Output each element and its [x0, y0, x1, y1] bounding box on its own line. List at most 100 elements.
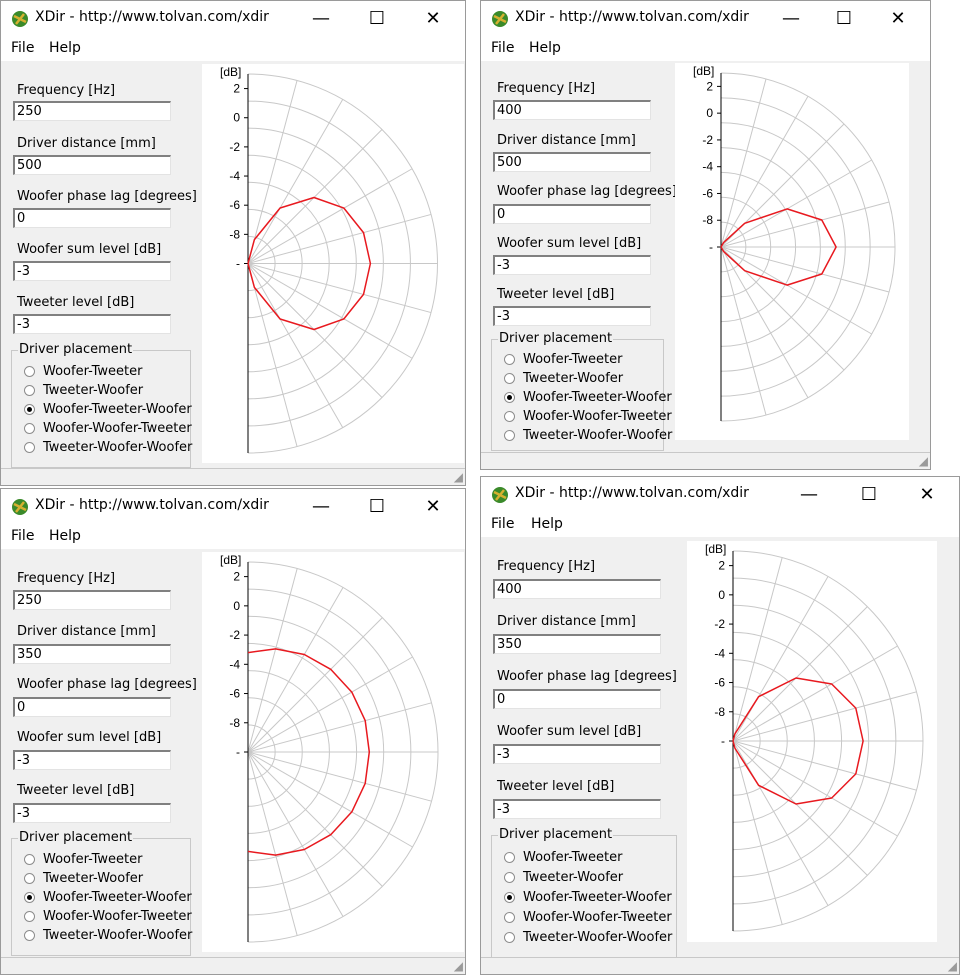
frequency-input[interactable]: 400 [493, 579, 661, 599]
radio-button-selected[interactable] [504, 391, 515, 403]
grid-radial [247, 751, 413, 848]
radio-button[interactable] [504, 931, 515, 943]
placement-option[interactable]: Tweeter-Woofer-Woofer [504, 928, 672, 946]
placement-option[interactable]: Woofer-Woofer-Tweeter [24, 419, 192, 437]
menu-file[interactable]: File [491, 516, 514, 532]
placement-option-label: Tweeter-Woofer-Woofer [43, 927, 193, 943]
frequency-input[interactable]: 400 [493, 100, 651, 120]
frequency-input[interactable]: 250 [13, 590, 171, 610]
placement-option[interactable]: Tweeter-Woofer [24, 869, 143, 887]
grid-radial [732, 576, 829, 742]
distance-input[interactable]: 500 [493, 152, 651, 172]
tick-label: -8 [229, 716, 240, 730]
maximize-button[interactable]: ☐ [353, 489, 401, 523]
close-button[interactable]: ✕ [409, 1, 457, 35]
placement-option[interactable]: Tweeter-Woofer [504, 868, 623, 886]
radio-button[interactable] [504, 372, 515, 384]
radio-button[interactable] [504, 429, 515, 441]
radio-button[interactable] [24, 422, 35, 434]
sum-level-input[interactable]: -3 [493, 744, 661, 764]
placement-option[interactable]: Woofer-Tweeter-Woofer [24, 400, 192, 418]
placement-option[interactable]: Woofer-Tweeter [504, 848, 622, 866]
radio-button[interactable] [24, 929, 35, 941]
phase-input[interactable]: 0 [493, 689, 661, 709]
menu-file[interactable]: File [11, 40, 34, 56]
minimize-button[interactable]: — [767, 1, 815, 35]
close-button[interactable]: ✕ [874, 1, 922, 35]
radio-button[interactable] [504, 410, 515, 422]
placement-option[interactable]: Woofer-Tweeter-Woofer [24, 888, 192, 906]
minimize-button[interactable]: — [785, 477, 833, 511]
placement-option[interactable]: Woofer-Woofer-Tweeter [504, 407, 672, 425]
title-bar[interactable]: XDir - http://www.tolvan.com/xdir — ☐ ✕ [1, 1, 465, 35]
distance-input[interactable]: 500 [13, 155, 171, 175]
sum-level-input[interactable]: -3 [493, 255, 651, 275]
maximize-button[interactable]: ☐ [353, 1, 401, 35]
radio-button-selected[interactable] [504, 891, 515, 903]
close-button[interactable]: ✕ [409, 489, 457, 523]
menu-file[interactable]: File [491, 40, 514, 56]
radio-button[interactable] [24, 441, 35, 453]
resize-grip-icon[interactable]: ◢ [948, 959, 957, 973]
tweeter-level-input[interactable]: -3 [13, 314, 171, 334]
radio-button[interactable] [24, 872, 35, 884]
placement-option[interactable]: Tweeter-Woofer [504, 369, 623, 387]
radio-button[interactable] [504, 911, 515, 923]
placement-option[interactable]: Tweeter-Woofer-Woofer [24, 438, 192, 456]
placement-option[interactable]: Woofer-Tweeter-Woofer [504, 388, 672, 406]
placement-option[interactable]: Woofer-Woofer-Tweeter [24, 907, 192, 925]
minimize-button[interactable]: — [297, 489, 345, 523]
placement-option[interactable]: Woofer-Tweeter [504, 350, 622, 368]
title-bar[interactable]: XDir - http://www.tolvan.com/xdir — ☐ ✕ [481, 477, 959, 511]
maximize-button[interactable]: ☐ [845, 477, 893, 511]
resize-grip-icon[interactable]: ◢ [919, 454, 928, 468]
placement-option[interactable]: Tweeter-Woofer-Woofer [24, 926, 192, 944]
grid-radial [732, 740, 917, 791]
tweeter-level-input[interactable]: -3 [493, 306, 651, 326]
tick-label: -2 [229, 140, 240, 154]
menu-help[interactable]: Help [531, 516, 563, 532]
distance-input[interactable]: 350 [493, 634, 661, 654]
close-button[interactable]: ✕ [903, 477, 951, 511]
radio-button-selected[interactable] [24, 403, 35, 415]
grid-radial [247, 263, 432, 314]
sum-level-input[interactable]: -3 [13, 261, 171, 281]
phase-input[interactable]: 0 [493, 204, 651, 224]
minimize-button[interactable]: — [297, 1, 345, 35]
placement-option[interactable]: Woofer-Tweeter [24, 362, 142, 380]
menu-help[interactable]: Help [49, 40, 81, 56]
distance-input[interactable]: 350 [13, 644, 171, 664]
unit-label: [dB] [693, 64, 714, 78]
radio-button[interactable] [504, 871, 515, 883]
phase-input[interactable]: 0 [13, 697, 171, 717]
radio-button[interactable] [24, 384, 35, 396]
radio-button[interactable] [24, 365, 35, 377]
title-bar[interactable]: XDir - http://www.tolvan.com/xdir — ☐ ✕ [481, 1, 930, 35]
grid-radial [720, 201, 890, 248]
tweeter-level-input[interactable]: -3 [493, 799, 661, 819]
radio-button[interactable] [24, 853, 35, 865]
radio-button-selected[interactable] [24, 891, 35, 903]
sum-level-input[interactable]: -3 [13, 750, 171, 770]
menu-help[interactable]: Help [49, 528, 81, 544]
placement-option[interactable]: Woofer-Tweeter [24, 850, 142, 868]
frequency-label: Frequency [Hz] [497, 81, 596, 96]
title-bar[interactable]: XDir - http://www.tolvan.com/xdir — ☐ ✕ [1, 489, 465, 523]
radio-button[interactable] [504, 851, 515, 863]
radio-button[interactable] [504, 353, 515, 365]
radio-button[interactable] [24, 910, 35, 922]
frequency-input[interactable]: 250 [13, 101, 171, 121]
menu-file[interactable]: File [11, 528, 34, 544]
placement-option[interactable]: Woofer-Tweeter-Woofer [504, 888, 672, 906]
placement-option[interactable]: Woofer-Woofer-Tweeter [504, 908, 672, 926]
resize-grip-icon[interactable]: ◢ [454, 959, 463, 973]
resize-grip-icon[interactable]: ◢ [454, 470, 463, 484]
tick-label: 2 [233, 570, 240, 584]
placement-option[interactable]: Tweeter-Woofer-Woofer [504, 426, 672, 444]
tick-label: -4 [229, 657, 240, 671]
placement-option[interactable]: Tweeter-Woofer [24, 381, 143, 399]
phase-input[interactable]: 0 [13, 208, 171, 228]
maximize-button[interactable]: ☐ [820, 1, 868, 35]
tweeter-level-input[interactable]: -3 [13, 803, 171, 823]
menu-help[interactable]: Help [529, 40, 561, 56]
